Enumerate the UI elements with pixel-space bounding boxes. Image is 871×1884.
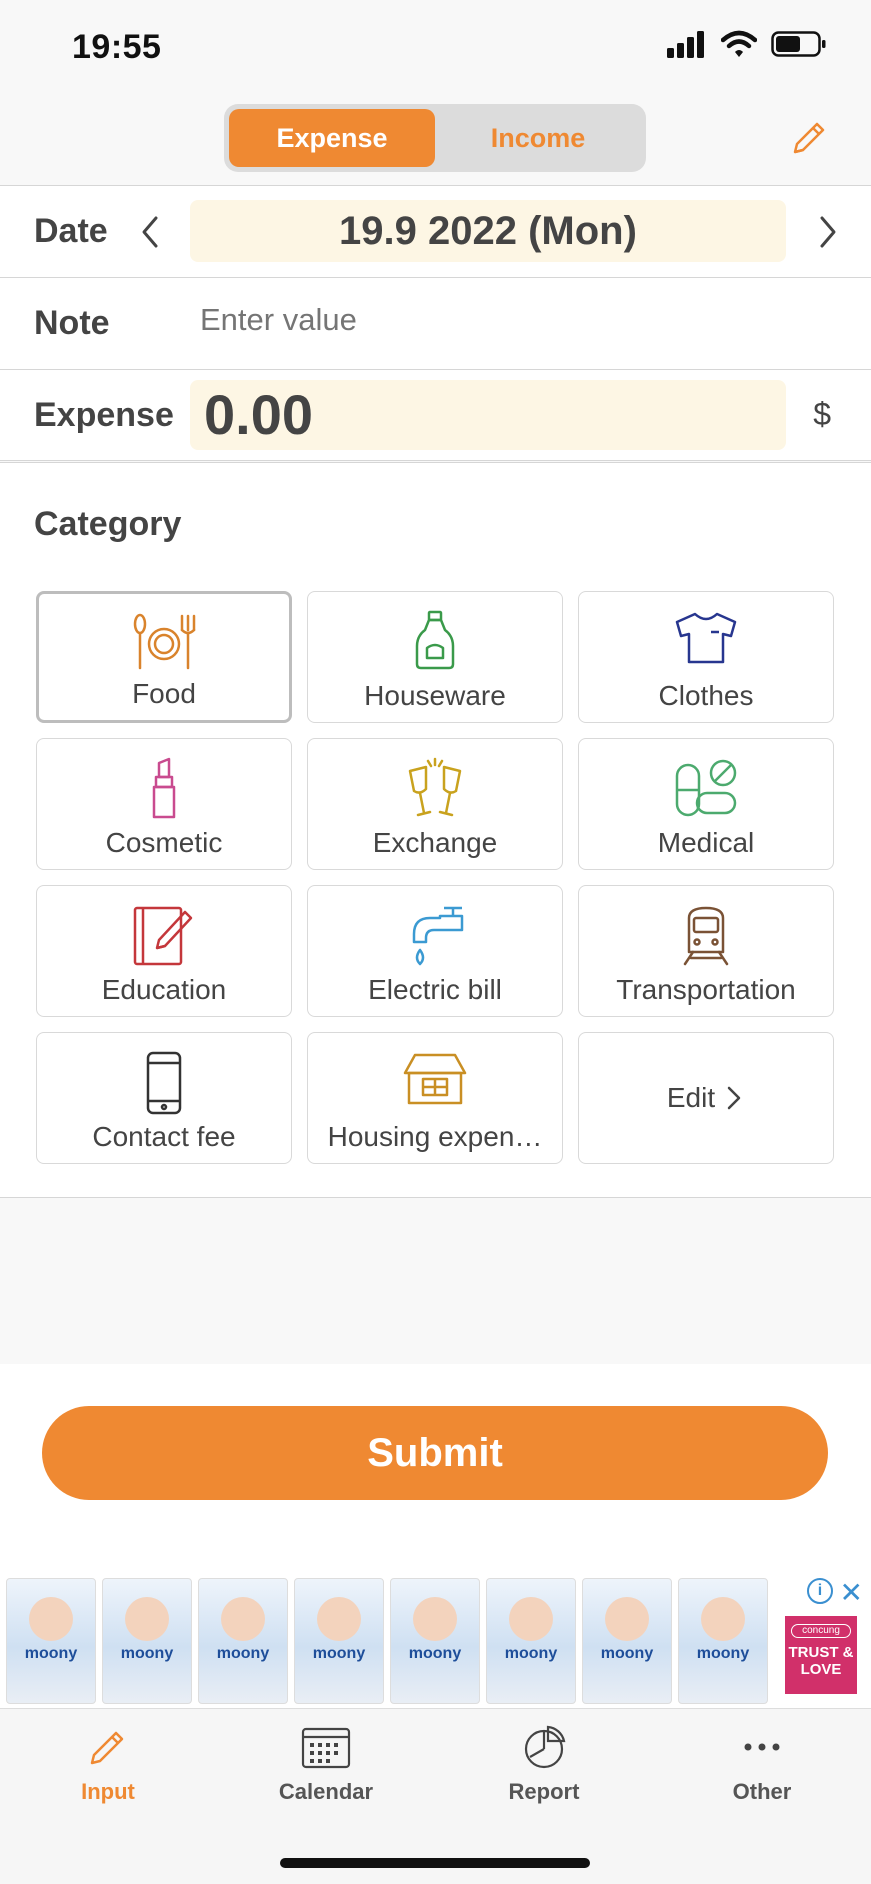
note-input[interactable] bbox=[200, 302, 760, 338]
ad-product-image: moony bbox=[390, 1578, 480, 1704]
pencil-icon bbox=[90, 1731, 124, 1765]
ad-product-image: moony bbox=[582, 1578, 672, 1704]
cellular-signal-icon bbox=[667, 31, 704, 58]
ad-advertiser-logo: concung TRUST & LOVE bbox=[785, 1616, 857, 1694]
status-bar: 19:55 bbox=[0, 0, 871, 92]
tab-expense[interactable]: Expense bbox=[229, 109, 435, 167]
food-icon bbox=[133, 613, 196, 670]
category-contact-fee[interactable]: Contact fee bbox=[36, 1032, 292, 1164]
house-icon bbox=[403, 1053, 467, 1105]
status-time: 19:55 bbox=[72, 28, 162, 66]
more-icon bbox=[744, 1743, 780, 1751]
ad-product-image: moony bbox=[6, 1578, 96, 1704]
category-edit-button[interactable]: Edit bbox=[578, 1032, 834, 1164]
category-label: Cosmetic bbox=[105, 827, 223, 858]
previous-date-chevron-icon[interactable] bbox=[130, 210, 170, 254]
ad-product-image: moony bbox=[486, 1578, 576, 1704]
category-electric-bill[interactable]: Electric bill bbox=[307, 885, 563, 1017]
ad-product-image: moony bbox=[678, 1578, 768, 1704]
champagne-icon bbox=[408, 757, 462, 817]
ad-info-icon[interactable]: i bbox=[807, 1578, 833, 1604]
date-row: Date 19.9 2022 (Mon) bbox=[0, 185, 871, 277]
tab-other[interactable]: Other bbox=[672, 1723, 852, 1805]
category-education[interactable]: Education bbox=[36, 885, 292, 1017]
ad-close-icon[interactable]: ✕ bbox=[840, 1576, 863, 1609]
expense-label: Expense bbox=[34, 396, 174, 434]
category-label: Medical bbox=[657, 827, 755, 858]
category-label: Transportation bbox=[616, 974, 796, 1005]
category-transportation[interactable]: Transportation bbox=[578, 885, 834, 1017]
category-label: Housing expen… bbox=[327, 1121, 543, 1152]
category-title: Category bbox=[34, 505, 182, 543]
submit-button[interactable]: Submit bbox=[42, 1406, 828, 1500]
tab-report[interactable]: Report bbox=[454, 1723, 634, 1805]
category-exchange[interactable]: Exchange bbox=[307, 738, 563, 870]
battery-icon bbox=[771, 31, 826, 57]
notebook-pencil-icon bbox=[133, 906, 193, 966]
lipstick-icon bbox=[152, 757, 176, 819]
faucet-icon bbox=[412, 906, 464, 966]
calendar-icon bbox=[301, 1727, 351, 1769]
expense-row: Expense 0.00 $ bbox=[0, 369, 871, 461]
category-label: Electric bill bbox=[368, 974, 502, 1005]
category-housing-expense[interactable]: Housing expen… bbox=[307, 1032, 563, 1164]
category-food[interactable]: Food bbox=[36, 591, 292, 723]
bottom-tab-bar: Input Calendar Report Other bbox=[0, 1708, 871, 1884]
expense-income-toggle: Expense Income bbox=[224, 104, 646, 172]
train-icon bbox=[683, 906, 729, 966]
pie-chart-icon bbox=[524, 1725, 566, 1769]
edit-label: Edit bbox=[666, 1082, 716, 1113]
note-label: Note bbox=[34, 304, 110, 342]
category-label: Clothes bbox=[658, 680, 754, 711]
category-label: Contact fee bbox=[92, 1121, 236, 1152]
category-label: Houseware bbox=[364, 680, 506, 711]
expense-amount-field[interactable]: 0.00 bbox=[190, 380, 786, 450]
category-section: Category Food Houseware Clothes Cosmetic… bbox=[0, 462, 871, 1198]
category-cosmetic[interactable]: Cosmetic bbox=[36, 738, 292, 870]
note-row: Note bbox=[0, 277, 871, 369]
ad-product-image: moony bbox=[198, 1578, 288, 1704]
category-clothes[interactable]: Clothes bbox=[578, 591, 834, 723]
ad-banner[interactable]: moony moony moony moony moony moony moon… bbox=[0, 1574, 871, 1708]
chevron-right-icon bbox=[727, 1086, 741, 1110]
tab-income[interactable]: Income bbox=[435, 109, 641, 167]
category-grid: Food Houseware Clothes Cosmetic Exchange… bbox=[36, 591, 834, 1164]
tab-calendar[interactable]: Calendar bbox=[236, 1723, 416, 1805]
ad-product-image: moony bbox=[294, 1578, 384, 1704]
date-label: Date bbox=[34, 212, 108, 250]
category-label: Education bbox=[101, 974, 227, 1005]
status-icons bbox=[667, 30, 827, 58]
category-houseware[interactable]: Houseware bbox=[307, 591, 563, 723]
home-indicator bbox=[280, 1858, 590, 1868]
phone-icon bbox=[146, 1051, 182, 1115]
tab-input[interactable]: Input bbox=[18, 1723, 198, 1805]
date-value[interactable]: 19.9 2022 (Mon) bbox=[190, 200, 786, 262]
pill-icon bbox=[675, 759, 737, 817]
houseware-icon bbox=[415, 610, 455, 670]
category-medical[interactable]: Medical bbox=[578, 738, 834, 870]
category-label: Exchange bbox=[372, 827, 498, 858]
next-date-chevron-icon[interactable] bbox=[808, 210, 848, 254]
currency-symbol: $ bbox=[813, 396, 831, 432]
wifi-icon bbox=[721, 30, 757, 57]
category-label: Food bbox=[132, 678, 196, 709]
ad-product-image: moony bbox=[102, 1578, 192, 1704]
edit-pencil-icon[interactable] bbox=[787, 116, 831, 160]
clothes-icon bbox=[675, 612, 737, 664]
